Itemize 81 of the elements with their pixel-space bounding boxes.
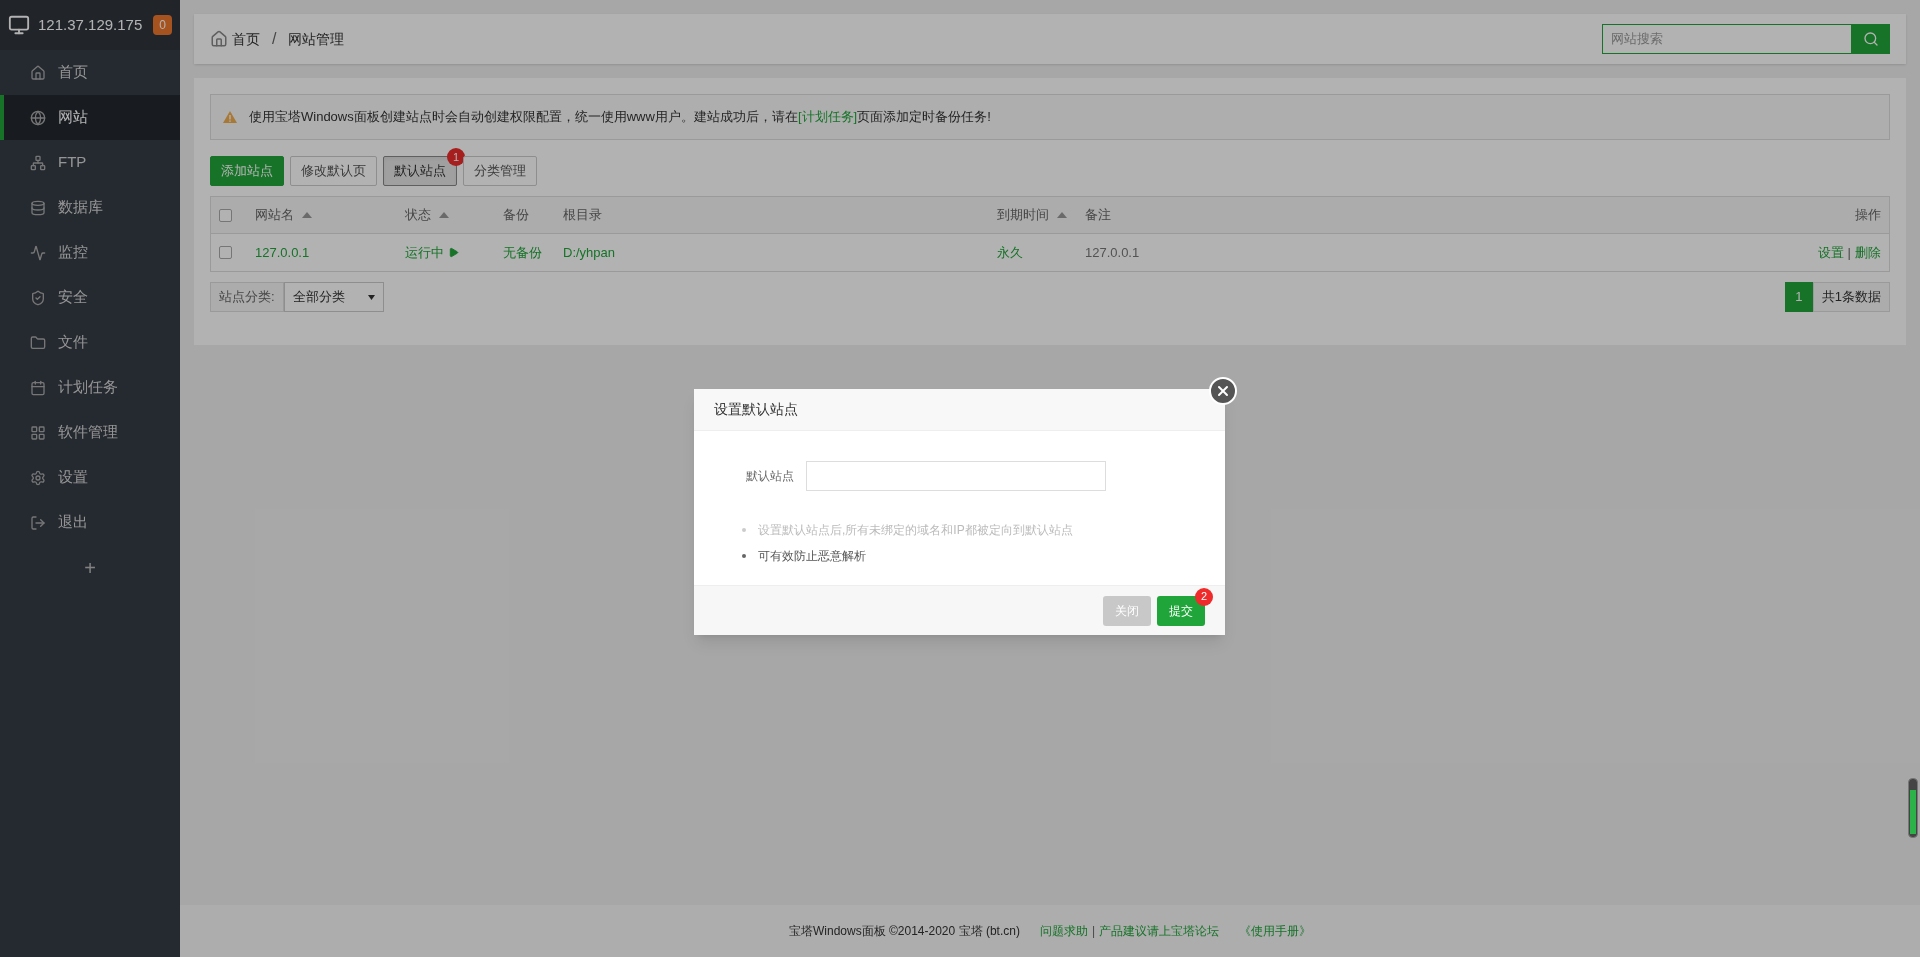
column-header: 根目录 bbox=[563, 206, 602, 225]
close-icon bbox=[1215, 383, 1231, 399]
sort-icon[interactable] bbox=[439, 212, 449, 218]
note-text: 可有效防止恶意解析 bbox=[758, 548, 866, 565]
expiry-link[interactable]: 永久 bbox=[997, 242, 1085, 263]
category-select[interactable]: 全部分类 bbox=[283, 282, 384, 312]
sidebar-item[interactable]: 数据库 bbox=[0, 185, 180, 230]
dropdown-caret-icon bbox=[367, 294, 375, 300]
note-cell-text: 127.0.0.1 bbox=[1085, 243, 1141, 262]
action-link[interactable]: 删除 bbox=[1855, 242, 1881, 263]
link-separator: | bbox=[1091, 923, 1095, 940]
checkbox[interactable] bbox=[219, 208, 232, 222]
action-link[interactable]: 设置 bbox=[1817, 242, 1844, 263]
page-button[interactable]: 1 bbox=[1784, 282, 1813, 312]
sidebar-item[interactable]: FTP bbox=[0, 140, 180, 185]
toolbar-button[interactable]: 添加站点 bbox=[210, 156, 284, 186]
menu-icon bbox=[30, 109, 46, 126]
warning-icon bbox=[223, 111, 237, 123]
add-button[interactable]: + bbox=[0, 545, 180, 590]
total-count: 共1条数据 bbox=[1812, 282, 1890, 312]
sidebar-item[interactable]: 监控 bbox=[0, 230, 180, 275]
scroll-meter-icon bbox=[1908, 778, 1918, 838]
monitor-icon bbox=[8, 14, 30, 36]
menu-icon bbox=[30, 244, 46, 261]
sidebar-item[interactable]: 计划任务 bbox=[0, 365, 180, 410]
menu-icon bbox=[30, 334, 46, 351]
search-button[interactable] bbox=[1852, 24, 1890, 54]
menu-icon bbox=[30, 424, 46, 441]
sort-icon[interactable] bbox=[1057, 212, 1067, 218]
search-field[interactable]: 网站搜索 bbox=[1602, 24, 1852, 54]
column-header: 备注 bbox=[1085, 206, 1111, 225]
sidebar-item[interactable]: 首页 bbox=[0, 50, 180, 95]
footer-link[interactable]: 问题求助 bbox=[1039, 922, 1088, 940]
root-path-link[interactable]: D:/yhpan bbox=[563, 242, 997, 263]
menu-icon bbox=[30, 289, 46, 306]
sidebar-item[interactable]: 退出 bbox=[0, 500, 180, 545]
breadcrumb-link[interactable]: 首页 bbox=[232, 28, 260, 50]
column-header[interactable]: 状态 bbox=[405, 205, 431, 225]
column-header[interactable]: 到期时间 bbox=[997, 205, 1049, 225]
menu-icon bbox=[30, 64, 46, 81]
home-icon[interactable] bbox=[210, 30, 228, 48]
footer-link[interactable]: 产品建议请上宝塔论坛 bbox=[1099, 922, 1219, 940]
column-header[interactable]: 网站名 bbox=[255, 205, 294, 225]
toolbar-button[interactable]: 修改默认页 bbox=[290, 156, 377, 186]
backup-link[interactable]: 无备份 bbox=[503, 242, 563, 263]
sort-icon[interactable] bbox=[302, 212, 312, 218]
breadcrumb-link[interactable]: 网站管理 bbox=[288, 28, 345, 50]
dialog-title: 设置默认站点 bbox=[714, 400, 798, 419]
close-button[interactable] bbox=[1209, 377, 1237, 405]
host-address: 121.37.129.175 bbox=[38, 14, 143, 35]
checkbox[interactable] bbox=[219, 246, 232, 259]
menu-icon bbox=[30, 199, 46, 216]
note-text: 设置默认站点后,所有未绑定的域名和IP都被定向到默认站点 bbox=[758, 522, 1073, 539]
column-header: 操作 bbox=[1855, 206, 1881, 225]
sidebar-item[interactable]: 网站 bbox=[0, 95, 180, 140]
menu-icon bbox=[30, 379, 46, 396]
site-name-link[interactable]: 127.0.0.1 bbox=[255, 242, 405, 263]
menu-icon bbox=[30, 154, 46, 171]
menu-icon bbox=[30, 469, 46, 486]
sidebar-item[interactable]: 文件 bbox=[0, 320, 180, 365]
breadcrumb-separator: / bbox=[272, 29, 277, 49]
schedule-link[interactable]: [计划任务] bbox=[797, 109, 858, 125]
field-label: 默认站点 bbox=[745, 468, 794, 485]
alert-text: 使用宝塔Windows面板创建站点时会自动创建权限配置，统一使用www用户。建站成功后，请在[计划任务]页面添加定时备份任务! bbox=[249, 108, 991, 127]
sidebar-item[interactable]: 安全 bbox=[0, 275, 180, 320]
copyright-text: 宝塔Windows面板 ©2014-2020 宝塔 (bt.cn) bbox=[788, 923, 1020, 940]
step-marker: 1 bbox=[447, 148, 465, 166]
column-header: 备份 bbox=[503, 206, 529, 225]
status-text[interactable]: 运行中 bbox=[405, 242, 444, 263]
default-site-select[interactable] bbox=[806, 461, 1106, 491]
search-icon bbox=[1863, 31, 1879, 47]
step-marker: 2 bbox=[1195, 587, 1213, 606]
notification-badge[interactable]: 0 bbox=[153, 15, 172, 35]
menu-icon bbox=[30, 514, 46, 531]
manual-link[interactable]: 《使用手册》 bbox=[1239, 922, 1311, 940]
filter-label: 站点分类: bbox=[210, 282, 284, 312]
action-separator: | bbox=[1847, 243, 1851, 262]
sidebar-item[interactable]: 软件管理 bbox=[0, 410, 180, 455]
sidebar-item[interactable]: 设置 bbox=[0, 455, 180, 500]
play-icon[interactable] bbox=[448, 247, 459, 258]
toolbar-button[interactable]: 分类管理 bbox=[463, 156, 537, 186]
